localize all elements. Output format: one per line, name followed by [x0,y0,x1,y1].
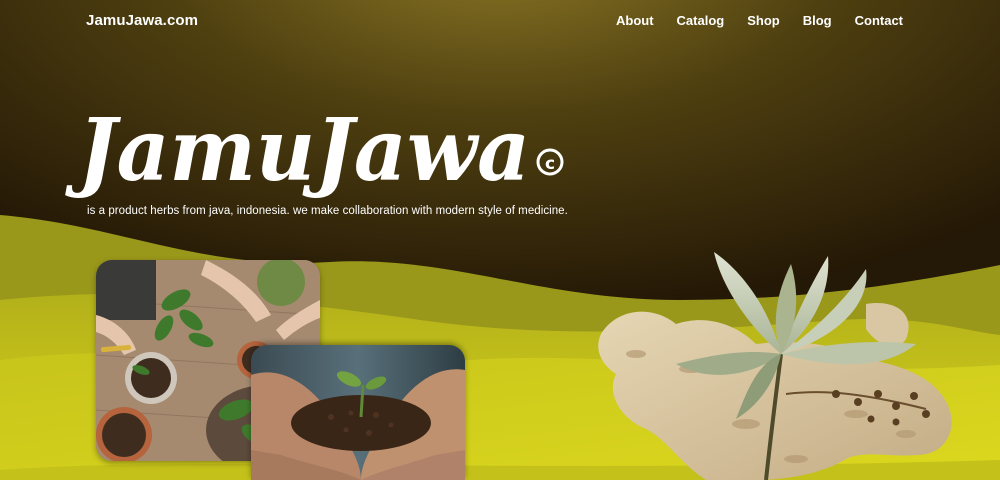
hero-tagline: is a product herbs from java, indonesia.… [87,205,568,217]
hands-soil-seedling-photo [251,345,465,480]
nav-link-about[interactable]: About [616,13,654,28]
top-navigation: JamuJawa.com About Catalog Shop Blog Con… [0,0,1000,42]
nav-link-catalog[interactable]: Catalog [677,13,725,28]
site-name-link[interactable]: JamuJawa.com [86,12,198,29]
nav-link-shop[interactable]: Shop [747,13,780,28]
ginger-herb-illustration [596,244,966,480]
logo-text: JamuJawa [65,100,530,201]
copyright-letter: c [545,154,555,174]
brand-logo: JamuJawa c [65,82,576,201]
nav-links: About Catalog Shop Blog Contact [616,13,903,28]
nav-link-contact[interactable]: Contact [855,13,903,28]
nav-link-blog[interactable]: Blog [803,13,832,28]
